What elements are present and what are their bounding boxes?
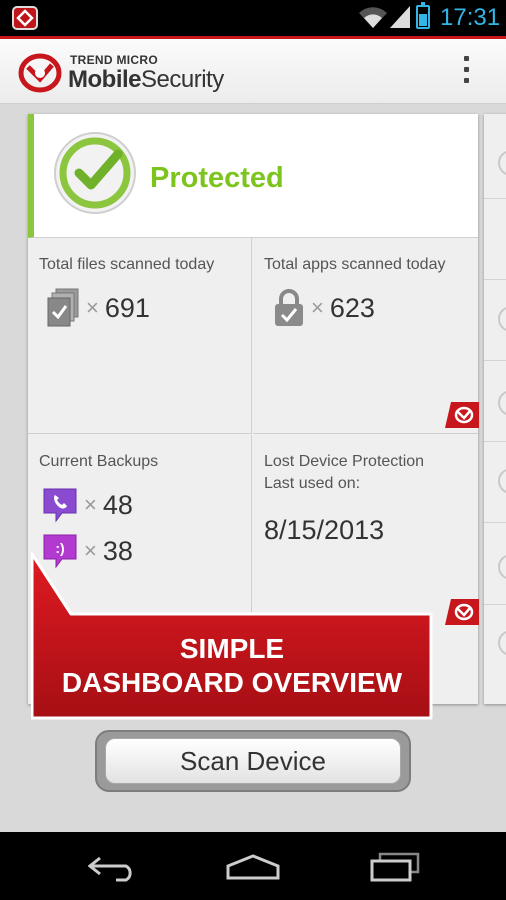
lost-device-last-used-date: 8/15/2013 [264, 515, 385, 545]
dashboard-content: Protected Total files scanned today × 69… [0, 104, 506, 832]
lock-icon [275, 289, 303, 326]
contacts-backup-icon [43, 488, 77, 523]
signal-icon [390, 6, 410, 28]
scan-button-frame: Scan Device [95, 730, 411, 792]
trend-micro-badge-icon [445, 599, 479, 625]
files-scanned-tile[interactable]: Total files scanned today × 691 [28, 238, 252, 434]
status-bar: 17:31 [0, 0, 506, 36]
protected-check-icon [54, 132, 136, 214]
protection-status-text: Protected [150, 162, 284, 194]
apps-scanned-count: 623 [329, 292, 375, 323]
files-scanned-count: 691 [104, 292, 150, 323]
trend-micro-logo-icon [18, 53, 62, 93]
files-icon [47, 288, 79, 327]
back-icon[interactable] [88, 854, 138, 882]
app-header: TREND MICRO MobileSecurity [0, 36, 506, 104]
overflow-menu-icon[interactable] [458, 53, 474, 89]
backups-label: Current Backups [39, 453, 159, 470]
app-notification-icon [12, 6, 38, 30]
clock: 17:31 [440, 4, 501, 31]
brand-top-text: TREND MICRO [70, 53, 158, 67]
apps-multiplier: × [311, 295, 324, 320]
scan-device-button[interactable]: Scan Device [105, 738, 401, 784]
trend-micro-badge-icon [445, 402, 479, 428]
protection-status-card[interactable]: Protected [28, 114, 478, 238]
wifi-icon [359, 7, 387, 28]
recent-apps-icon[interactable] [370, 852, 420, 882]
next-page-peek[interactable] [484, 114, 506, 704]
navigation-bar [0, 832, 506, 900]
home-icon[interactable] [226, 854, 280, 880]
contacts-multiplier: × [84, 492, 97, 517]
lost-device-label: Lost Device Protection Last used on: [264, 453, 425, 492]
contacts-backup-count: 48 [102, 489, 133, 520]
battery-icon [416, 2, 430, 29]
apps-scanned-tile[interactable]: Total apps scanned today × 623 [253, 238, 479, 434]
callout-text: SIMPLE DASHBOARD OVERVIEW [61, 633, 403, 698]
files-multiplier: × [86, 295, 99, 320]
brand-name: MobileSecurity [68, 66, 224, 93]
files-scanned-label: Total files scanned today [39, 256, 215, 273]
apps-scanned-label: Total apps scanned today [264, 256, 446, 273]
